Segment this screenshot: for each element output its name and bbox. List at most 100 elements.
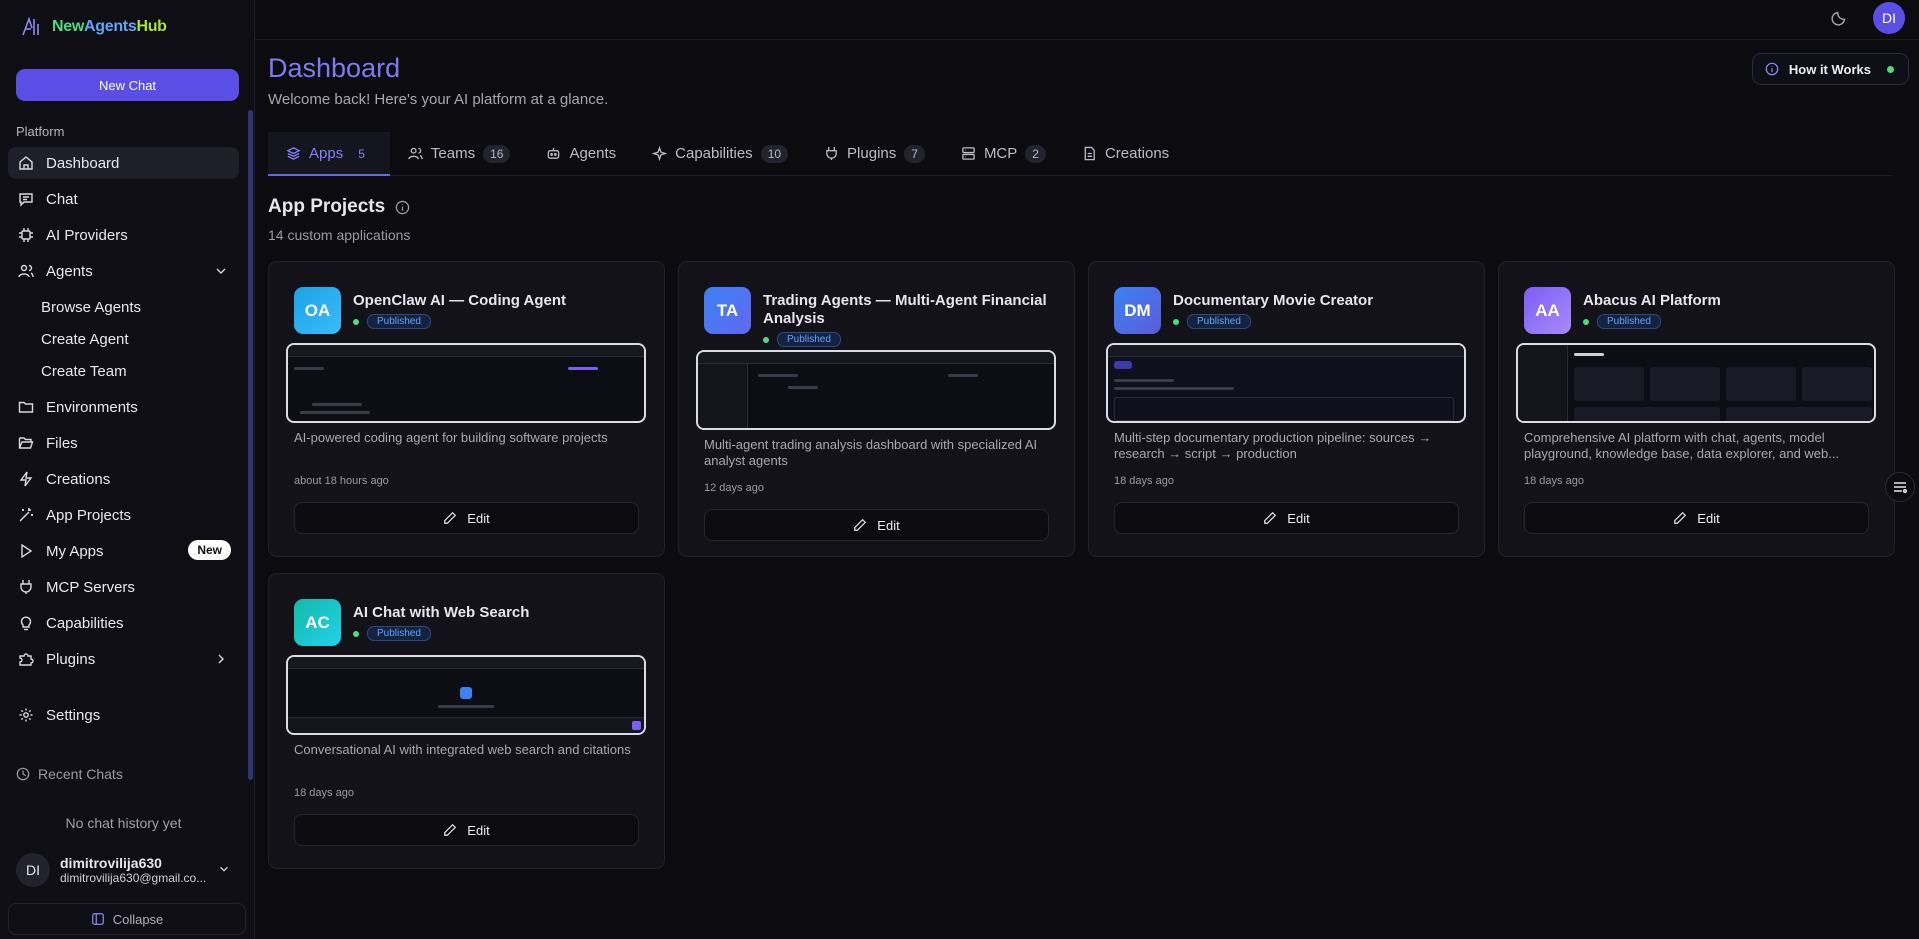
folder-icon (18, 401, 34, 413)
sidebar-item-label: My Apps (46, 542, 104, 560)
status-dot (763, 336, 769, 343)
avatar[interactable]: DI (1873, 2, 1905, 34)
folder-open-icon (18, 437, 34, 449)
tab-apps[interactable]: Apps 5 (268, 132, 390, 176)
new-chat-button[interactable]: New Chat (16, 69, 239, 101)
app-title: OpenClaw AI — Coding Agent (353, 292, 567, 309)
clock-icon (16, 767, 30, 781)
status-dot (1887, 65, 1894, 73)
plug-icon (826, 146, 837, 161)
edit-button[interactable]: Edit (1524, 502, 1869, 534)
avatar: DI (16, 853, 50, 887)
section-title-text: App Projects (268, 196, 386, 217)
app-card[interactable]: AC AI Chat with Web Search Published Con… (268, 573, 665, 869)
status-badge: Published (1187, 314, 1251, 329)
sidebar-item-creations[interactable]: Creations (8, 463, 239, 495)
tab-mcp[interactable]: MCP 2 (943, 132, 1064, 175)
edit-button[interactable]: Edit (294, 814, 639, 846)
floating-menu-button[interactable] (1885, 472, 1915, 502)
edit-button[interactable]: Edit (1114, 502, 1459, 534)
sidebar-item-my-apps[interactable]: My Apps New (8, 535, 239, 567)
status-dot (1173, 318, 1179, 325)
sidebar-item-label: Dashboard (46, 154, 120, 172)
status-badge: Published (367, 626, 431, 641)
app-card[interactable]: OA OpenClaw AI — Coding Agent Published … (268, 261, 665, 557)
tab-count: 2 (1025, 144, 1046, 163)
app-card[interactable]: DM Documentary Movie Creator Published M… (1088, 261, 1485, 557)
app-timestamp: 18 days ago (294, 787, 354, 799)
recent-chats-label: Recent Chats (38, 766, 123, 782)
sidebar-item-capabilities[interactable]: Capabilities (8, 607, 239, 639)
card-header: DM Documentary Movie Creator Published (1114, 287, 1464, 334)
pencil-icon (1674, 511, 1687, 524)
sidebar-item-plugins[interactable]: Plugins (8, 643, 239, 675)
tab-capabilities[interactable]: Capabilities 10 (634, 132, 806, 175)
how-it-works-button[interactable]: How it Works (1751, 53, 1909, 85)
users-icon (408, 147, 423, 160)
bulb-icon (20, 616, 32, 631)
status-badge: Published (367, 314, 431, 329)
app-timestamp: 12 days ago (704, 482, 764, 494)
app-description: Comprehensive AI platform with chat, age… (1524, 430, 1840, 461)
sidebar-item-label: MCP Servers (46, 578, 135, 596)
sidebar-toggle-icon (91, 913, 104, 925)
app-preview-thumbnail[interactable] (1516, 343, 1876, 423)
app-preview-thumbnail[interactable] (1106, 343, 1466, 423)
app-preview-thumbnail[interactable] (286, 343, 646, 423)
tab-count: 10 (760, 144, 789, 163)
tab-count: 16 (483, 144, 511, 163)
sidebar-item-environments[interactable]: Environments (8, 391, 239, 423)
sidebar-item-label: Chat (46, 190, 78, 208)
app-card[interactable]: TA Trading Agents — Multi-Agent Financia… (678, 261, 1075, 557)
status-dot (1583, 318, 1589, 325)
user-menu[interactable]: DI dimitrovilija630 dimitrovilija630@gma… (16, 852, 241, 888)
no-history-text: No chat history yet (65, 815, 182, 831)
card-header: TA Trading Agents — Multi-Agent Financia… (704, 287, 1054, 347)
app-title: Trading Agents — Multi-Agent Financial A… (763, 292, 1047, 327)
chevron-right-icon[interactable] (213, 651, 229, 667)
sidebar-subitem-browse-agents[interactable]: Browse Agents (8, 291, 239, 323)
sidebar-item-chat[interactable]: Chat (8, 183, 239, 215)
app-avatar: AC (294, 599, 341, 646)
sidebar-item-app-projects[interactable]: App Projects (8, 499, 239, 531)
tab-creations[interactable]: Creations (1064, 132, 1187, 175)
edit-button[interactable]: Edit (704, 509, 1049, 541)
users-icon (18, 264, 34, 278)
edit-button[interactable]: Edit (294, 502, 639, 534)
sidebar-scrollbar[interactable] (248, 110, 253, 780)
edit-label: Edit (467, 510, 490, 526)
tab-plugins[interactable]: Plugins 7 (806, 132, 943, 175)
sidebar-item-mcp-servers[interactable]: MCP Servers (8, 571, 239, 603)
page-title: Dashboard (268, 53, 401, 83)
app-avatar: TA (704, 287, 751, 334)
tab-teams[interactable]: Teams 16 (390, 132, 529, 175)
play-icon (21, 543, 33, 559)
sidebar-item-files[interactable]: Files (8, 427, 239, 459)
section-subtitle: 14 custom applications (268, 227, 411, 243)
sidebar: NewAgentsHub New Chat Platform Dashboard… (0, 0, 255, 939)
collapse-button[interactable]: Collapse (8, 903, 246, 935)
tab-label: Agents (569, 145, 617, 162)
collapse-label: Collapse (112, 911, 164, 927)
app-timestamp: 18 days ago (1524, 475, 1584, 487)
sidebar-item-label: App Projects (46, 506, 132, 524)
sidebar-item-agents[interactable]: Agents (8, 255, 239, 287)
sidebar-item-label: Capabilities (46, 614, 124, 632)
tab-count: 5 (358, 146, 365, 161)
chevron-down-icon[interactable] (213, 263, 229, 279)
edit-label: Edit (1287, 510, 1310, 526)
sidebar-item-settings[interactable]: Settings (8, 699, 239, 731)
tab-agents[interactable]: Agents (528, 132, 634, 175)
app-card[interactable]: AA Abacus AI Platform Published Comprehe… (1498, 261, 1895, 557)
brand-logo-icon (22, 16, 39, 36)
moon-icon[interactable] (1831, 8, 1849, 26)
sidebar-item-ai-providers[interactable]: AI Providers (8, 219, 239, 251)
brand[interactable]: NewAgentsHub (0, 0, 254, 54)
app-preview-thumbnail[interactable] (286, 655, 646, 735)
app-avatar: DM (1114, 287, 1161, 334)
sidebar-subitem-create-team[interactable]: Create Team (8, 355, 239, 387)
info-icon[interactable] (395, 200, 410, 215)
app-preview-thumbnail[interactable] (696, 350, 1056, 430)
sidebar-subitem-create-agent[interactable]: Create Agent (8, 323, 239, 355)
sidebar-item-dashboard[interactable]: Dashboard (8, 147, 239, 179)
